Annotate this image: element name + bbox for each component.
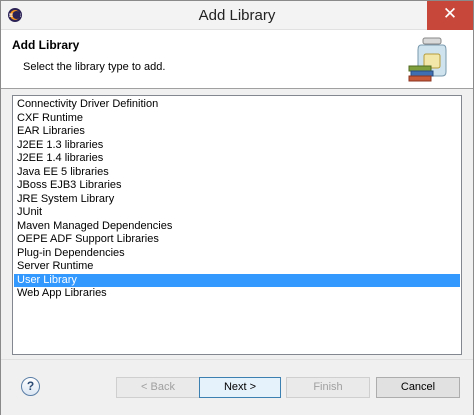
window-title: Add Library xyxy=(198,7,276,24)
back-button[interactable]: < Back xyxy=(116,377,200,398)
page-title: Add Library xyxy=(12,38,80,52)
list-item[interactable]: J2EE 1.4 libraries xyxy=(14,152,460,166)
close-button[interactable]: ✕ xyxy=(427,1,473,30)
list-item[interactable]: CXF Runtime xyxy=(14,112,460,126)
list-item[interactable]: JBoss EJB3 Libraries xyxy=(14,179,460,193)
page-description: Select the library type to add. xyxy=(23,61,166,73)
button-bar: ? < Back Next > Finish Cancel xyxy=(1,359,473,415)
list-item[interactable]: Web App Libraries xyxy=(14,287,460,301)
list-item[interactable]: J2EE 1.3 libraries xyxy=(14,139,460,153)
content-area: Connectivity Driver Definition CXF Runti… xyxy=(1,89,473,359)
finish-button[interactable]: Finish xyxy=(286,377,370,398)
list-item[interactable]: JRE System Library xyxy=(14,193,460,207)
next-button[interactable]: Next > xyxy=(199,377,281,398)
list-item[interactable]: Plug-in Dependencies xyxy=(14,247,460,261)
list-item-selected[interactable]: User Library xyxy=(14,273,460,287)
add-library-dialog: Add Library ✕ Add Library Select the lib… xyxy=(0,0,474,415)
list-item[interactable]: EAR Libraries xyxy=(14,125,460,139)
list-item[interactable]: OEPE ADF Support Libraries xyxy=(14,233,460,247)
list-item[interactable]: Server Runtime xyxy=(14,260,460,274)
list-item[interactable]: Maven Managed Dependencies xyxy=(14,220,460,234)
library-jar-books-icon xyxy=(408,37,447,82)
title-bar: Add Library ✕ xyxy=(1,1,473,30)
list-item[interactable]: Connectivity Driver Definition xyxy=(14,98,460,112)
wizard-header: Add Library Select the library type to a… xyxy=(1,30,473,89)
library-type-list[interactable]: Connectivity Driver Definition CXF Runti… xyxy=(12,95,462,355)
list-item[interactable]: JUnit xyxy=(14,206,460,220)
list-item[interactable]: Java EE 5 libraries xyxy=(14,166,460,180)
cancel-button[interactable]: Cancel xyxy=(376,377,460,398)
help-button[interactable]: ? xyxy=(21,377,40,396)
